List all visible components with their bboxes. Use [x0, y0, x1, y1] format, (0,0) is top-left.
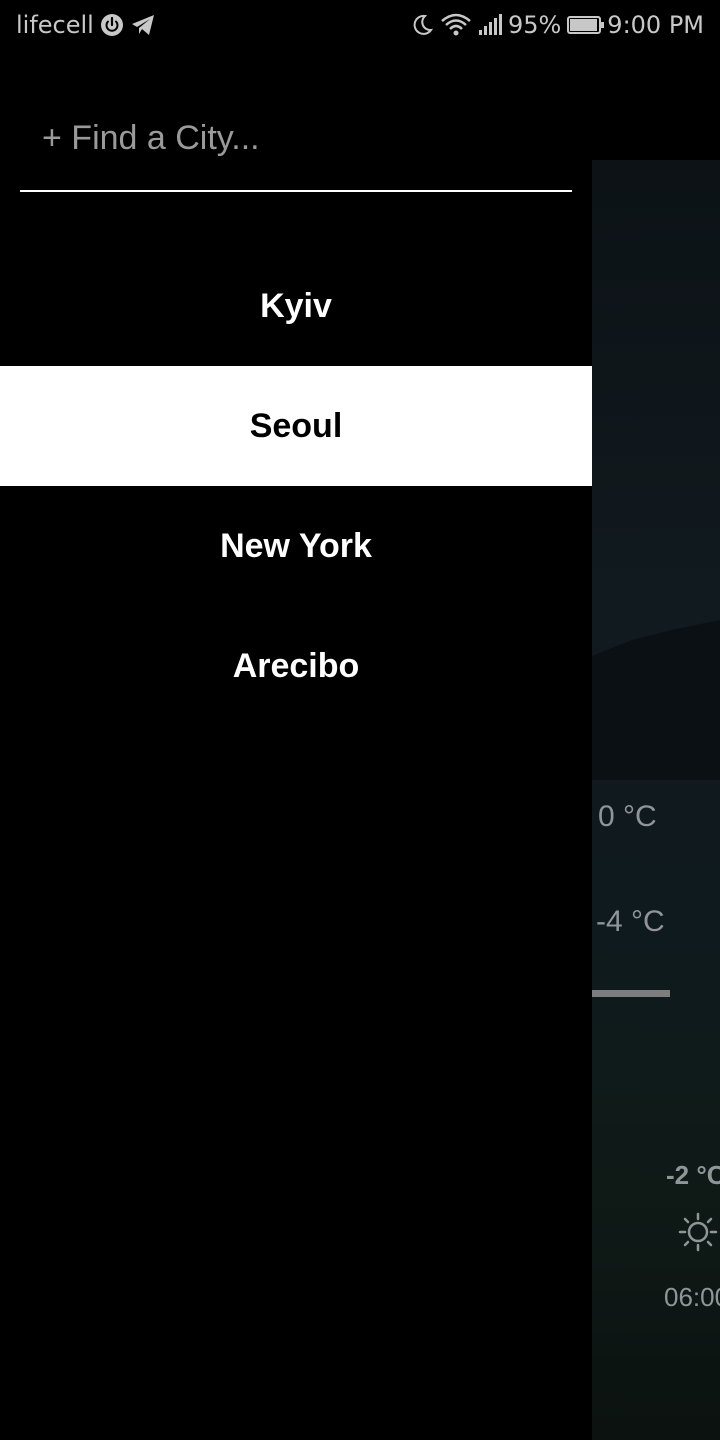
forecast-time: 06:00: [664, 1282, 720, 1312]
city-label: Kyiv: [260, 286, 332, 325]
moon-icon: [410, 13, 434, 37]
city-label: New York: [220, 526, 372, 565]
city-label: Arecibo: [232, 646, 360, 685]
battery-percent: 95%: [507, 11, 562, 39]
power-icon: [100, 13, 124, 37]
forecast-temp: -2 °C: [666, 1160, 720, 1190]
sun-icon: [678, 1212, 718, 1257]
find-city-input[interactable]: [20, 90, 572, 186]
weather-background: 0 °C -4 °C -2 °C 06:00: [592, 160, 720, 1440]
city-drawer: Kyiv Seoul New York Arecibo: [0, 50, 592, 1440]
city-item-seoul[interactable]: Seoul: [0, 366, 592, 486]
signal-icon: [478, 14, 502, 36]
status-bar: lifecell 95% 9:00 PM: [0, 0, 720, 50]
temp-high: 0 °C: [598, 800, 657, 833]
city-label: Seoul: [249, 406, 343, 445]
search-row: [20, 90, 572, 192]
clock-time: 9:00 PM: [607, 11, 704, 39]
telegram-icon: [130, 13, 156, 37]
city-item-new-york[interactable]: New York: [0, 486, 592, 606]
mountain-silhouette: [592, 620, 720, 780]
city-item-arecibo[interactable]: Arecibo: [0, 606, 592, 726]
wifi-icon: [440, 13, 472, 37]
temp-bar: [592, 990, 670, 997]
battery-level: [570, 19, 597, 31]
city-list: Kyiv Seoul New York Arecibo: [0, 246, 592, 726]
battery-icon: [567, 16, 605, 34]
city-item-kyiv[interactable]: Kyiv: [0, 246, 592, 366]
temp-low: -4 °C: [596, 905, 665, 938]
carrier-name: lifecell: [16, 11, 94, 39]
